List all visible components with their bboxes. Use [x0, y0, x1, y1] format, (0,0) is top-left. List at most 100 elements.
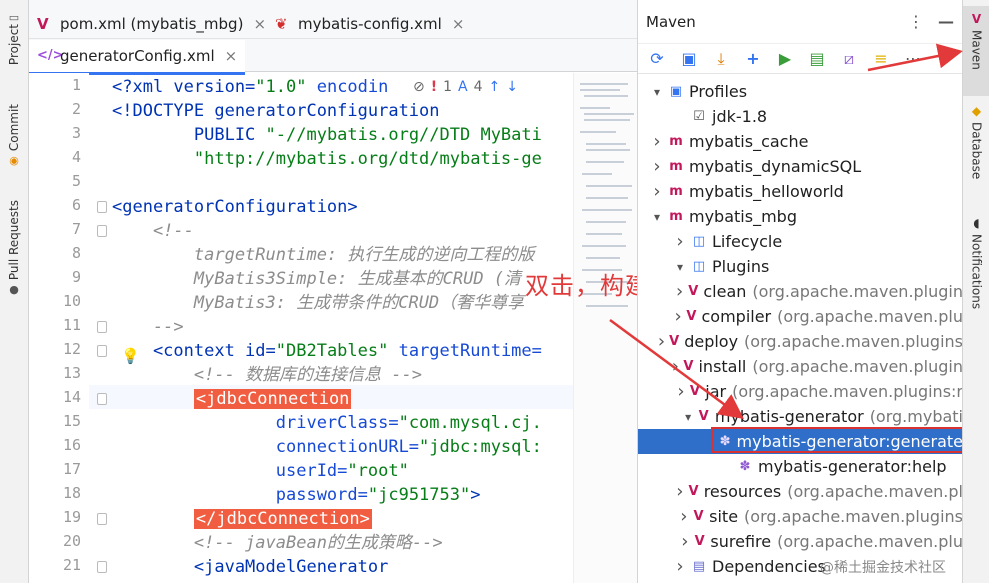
close-icon[interactable]: ×	[452, 15, 465, 33]
code-line-10: MyBatis3: 生成带条件的CRUD（奢华尊享	[112, 293, 525, 313]
line-number: 1	[71, 76, 81, 94]
tree-item[interactable]: ▾ ◫ Plugins	[638, 254, 962, 279]
tree-item[interactable]: › ◫ Lifecycle	[638, 229, 962, 254]
code-lines: <?xml version="1.0" encodin <!DOCTYPE ge…	[112, 73, 612, 583]
tree-item-groupid: (org.apache.maven.plugins:r	[732, 382, 962, 401]
more-options-icon[interactable]: ⋮	[908, 12, 924, 31]
collapse-icon[interactable]: ⋯	[904, 49, 922, 68]
chevron-right-icon[interactable]: ›	[650, 181, 664, 202]
tree-item[interactable]: ✽ mybatis-generator:help	[638, 454, 962, 479]
fold-marker[interactable]	[97, 561, 107, 573]
chevron-right-icon[interactable]: ›	[671, 356, 679, 377]
line-number: 3	[71, 124, 81, 142]
line-number: 14	[62, 388, 81, 406]
code-line-17: userId="root"	[112, 461, 409, 481]
plugin-icon: V	[694, 533, 705, 549]
lifecycle-icon: ◫	[692, 233, 706, 249]
commit-tool-tab[interactable]: Commit ◉	[2, 104, 26, 167]
maven-tool-tab[interactable]: V Maven	[963, 6, 989, 96]
tab-generator-config[interactable]: </> generatorConfig.xml ×	[29, 40, 246, 75]
execute-goal-icon[interactable]: ▤	[808, 49, 826, 68]
line-number: 19	[62, 508, 81, 526]
mybatis-bird-icon: ❦	[275, 14, 288, 33]
tree-item[interactable]: › Vsurefire (org.apache.maven.plu	[638, 529, 962, 554]
tree-item[interactable]: ☑ jdk-1.8	[638, 104, 962, 129]
database-tool-label: Database	[969, 122, 984, 180]
project-tool-tab[interactable]: ▭ Project	[2, 8, 26, 66]
chevron-right-icon[interactable]: ›	[675, 281, 684, 302]
line-gutter: 1 2 3 4 5 6 7 8 9 10 11 12 13 14 15 16 1…	[29, 73, 89, 583]
tab-mybatis-config[interactable]: ❦ mybatis-config.xml ×	[267, 6, 472, 41]
minimize-icon[interactable]: —	[938, 12, 954, 31]
tree-item[interactable]: › Vjar (org.apache.maven.plugins:r	[638, 379, 962, 404]
chevron-down-icon[interactable]: ▾	[673, 260, 687, 274]
chevron-right-icon[interactable]: ›	[675, 481, 684, 502]
download-icon[interactable]: ⤓	[712, 49, 730, 68]
pull-requests-tool-tab[interactable]: Pull Requests ●	[2, 200, 26, 296]
fold-marker[interactable]	[97, 513, 107, 525]
line-number: 18	[62, 484, 81, 502]
code-area[interactable]: 1 2 3 4 5 6 7 8 9 10 11 12 13 14 15 16 1…	[29, 73, 637, 583]
tree-item[interactable]: ▾ ▣ Profiles	[638, 79, 962, 104]
tree-item[interactable]: › m mybatis_dynamicSQL	[638, 154, 962, 179]
line-number: 4	[71, 148, 81, 166]
chevron-right-icon[interactable]: ›	[673, 231, 687, 252]
chevron-right-icon[interactable]: ›	[680, 531, 690, 552]
tree-item[interactable]: › Vsite (org.apache.maven.plugins	[638, 504, 962, 529]
code-line-9: MyBatis3Simple: 生成基本的CRUD (清	[112, 269, 522, 289]
tree-item-groupid: (org.apache.maven.plugin	[752, 282, 962, 301]
fold-marker[interactable]	[97, 345, 107, 357]
plugin-icon: V	[686, 308, 697, 324]
tree-item-label: mybatis-generator:help	[758, 457, 947, 476]
tab-label: mybatis-config.xml	[298, 14, 442, 33]
tree-item[interactable]: ▾ Vmybatis-generator (org.mybati	[638, 404, 962, 429]
fold-marker[interactable]	[97, 321, 107, 333]
line-number: 12	[62, 340, 81, 358]
close-icon[interactable]: ×	[225, 47, 238, 65]
chevron-down-icon[interactable]: ▾	[650, 85, 664, 99]
show-dependencies-icon[interactable]: ≡	[872, 49, 890, 68]
chevron-down-icon[interactable]: ▾	[683, 410, 694, 424]
minimap[interactable]	[573, 73, 637, 583]
chevron-right-icon[interactable]: ›	[674, 306, 683, 327]
tree-item-label: jar	[705, 382, 727, 401]
jdbc-close-tag: </jdbcConnection>	[193, 509, 372, 529]
arrow-down-icon[interactable]: ↓	[506, 79, 518, 95]
tree-item[interactable]: › Vinstall (org.apache.maven.plugin	[638, 354, 962, 379]
tree-item[interactable]: › Vdeploy (org.apache.maven.plugins	[638, 329, 962, 354]
tree-item[interactable]: › m mybatis_cache	[638, 129, 962, 154]
tab-pom-xml[interactable]: V pom.xml (mybatis_mbg) ×	[29, 6, 274, 41]
tree-item[interactable]: › Vcompiler (org.apache.maven.plu	[638, 304, 963, 329]
reload-icon[interactable]: ⟳	[648, 49, 666, 68]
tree-item[interactable]: › Vresources (org.apache.maven.pl	[638, 479, 962, 504]
line-number: 20	[62, 532, 81, 550]
fold-marker[interactable]	[97, 225, 107, 237]
line-number: 15	[62, 412, 81, 430]
plus-icon[interactable]: +	[744, 49, 762, 68]
close-icon[interactable]: ×	[253, 15, 266, 33]
tree-item[interactable]: › m mybatis_helloworld	[638, 179, 962, 204]
tree-item[interactable]: ▾ m mybatis_mbg	[638, 204, 962, 229]
fold-marker[interactable]	[97, 201, 107, 213]
chevron-right-icon[interactable]: ›	[650, 131, 664, 152]
tree-item[interactable]: › Vclean (org.apache.maven.plugin	[638, 279, 962, 304]
xml-file-icon: </>	[37, 48, 64, 63]
chevron-right-icon[interactable]: ›	[676, 381, 685, 402]
dependencies-icon: ▤	[692, 558, 706, 574]
chevron-right-icon[interactable]: ›	[650, 156, 664, 177]
run-icon[interactable]: ▶	[776, 49, 794, 68]
skip-tests-icon[interactable]: ⧄	[840, 49, 858, 68]
inspection-widget[interactable]: ⊘ ! 1 A 4 ↑ ↓	[409, 79, 523, 95]
add-folder-icon[interactable]: ▣	[680, 49, 698, 68]
chevron-right-icon[interactable]: ›	[679, 506, 689, 527]
chevron-down-icon[interactable]: ▾	[650, 210, 664, 224]
reader-mode-icon[interactable]: ⊘	[413, 79, 425, 95]
plugin-icon: V	[693, 508, 704, 524]
maven-tool-label: Maven	[969, 30, 984, 70]
chevron-right-icon[interactable]: ›	[658, 331, 665, 352]
notifications-tool-tab[interactable]: ◖ Notifications	[963, 216, 989, 309]
database-tool-tab[interactable]: ◆ Database	[963, 104, 989, 179]
chevron-right-icon[interactable]: ›	[673, 556, 687, 577]
fold-marker[interactable]	[97, 393, 107, 405]
arrow-up-icon[interactable]: ↑	[489, 79, 501, 95]
